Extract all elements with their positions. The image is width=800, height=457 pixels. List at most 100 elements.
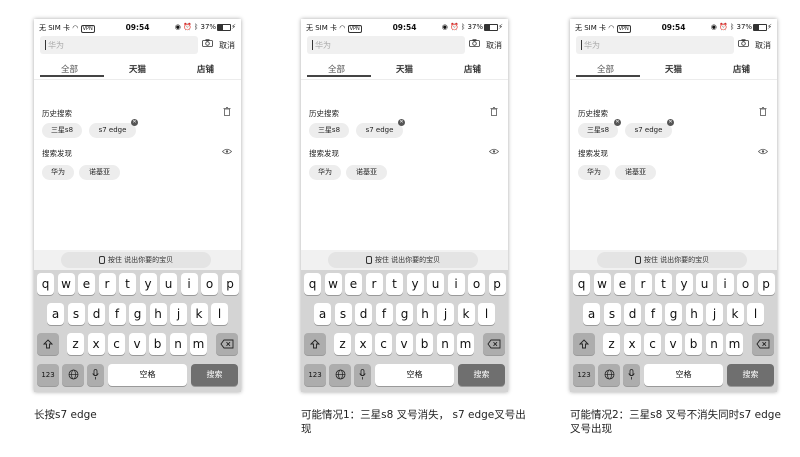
camera-icon[interactable] [202, 39, 213, 47]
globe-key[interactable] [62, 364, 84, 386]
trash-icon[interactable] [759, 107, 767, 116]
key-t[interactable]: t [655, 273, 672, 295]
key-a[interactable]: a [314, 303, 331, 325]
key-a[interactable]: a [47, 303, 64, 325]
key-z[interactable]: z [67, 333, 84, 355]
key-d[interactable]: d [624, 303, 641, 325]
key-k[interactable]: k [190, 303, 208, 325]
key-y[interactable]: y [406, 273, 424, 295]
tab-shops[interactable]: 店铺 [733, 63, 750, 75]
key-k[interactable]: k [726, 303, 744, 325]
key-m[interactable]: m [726, 333, 743, 355]
key-x[interactable]: x [87, 333, 105, 355]
key-p[interactable]: p [221, 273, 239, 295]
eye-icon[interactable] [489, 148, 499, 155]
key-w[interactable]: w [593, 273, 611, 295]
key-q[interactable]: q [304, 273, 321, 295]
key-i[interactable]: i [180, 273, 198, 295]
number-key[interactable]: 123 [573, 364, 595, 386]
key-h[interactable]: h [149, 303, 167, 325]
key-z[interactable]: z [334, 333, 351, 355]
key-f[interactable]: f [108, 303, 126, 325]
key-u[interactable]: u [160, 273, 177, 295]
key-f[interactable]: f [375, 303, 393, 325]
key-q[interactable]: q [37, 273, 54, 295]
discover-chip[interactable]: 华为 [42, 165, 74, 180]
number-key[interactable]: 123 [304, 364, 326, 386]
key-d[interactable]: d [88, 303, 105, 325]
space-key[interactable]: 空格 [108, 364, 187, 386]
key-o[interactable]: o [468, 273, 485, 295]
chip-close-badge[interactable]: ✕ [667, 119, 674, 126]
dictation-key[interactable] [87, 364, 104, 386]
key-k[interactable]: k [457, 303, 475, 325]
key-h[interactable]: h [685, 303, 703, 325]
key-e[interactable]: e [78, 273, 95, 295]
key-w[interactable]: w [57, 273, 75, 295]
key-s[interactable]: s [603, 303, 621, 325]
key-l[interactable]: l [747, 303, 764, 325]
search-input[interactable] [315, 36, 455, 54]
key-e[interactable]: e [345, 273, 362, 295]
search-key[interactable]: 搜索 [191, 364, 238, 386]
voice-search-button[interactable]: 按住 说出你要的宝贝 [328, 252, 478, 268]
key-c[interactable]: c [644, 333, 661, 355]
key-x[interactable]: x [354, 333, 372, 355]
key-z[interactable]: z [603, 333, 620, 355]
trash-icon[interactable] [223, 107, 231, 116]
search-key[interactable]: 搜索 [458, 364, 505, 386]
key-j[interactable]: j [170, 303, 187, 325]
key-q[interactable]: q [573, 273, 590, 295]
key-c[interactable]: c [108, 333, 125, 355]
voice-search-button[interactable]: 按住 说出你要的宝贝 [61, 252, 211, 268]
key-v[interactable]: v [395, 333, 413, 355]
key-y[interactable]: y [675, 273, 693, 295]
key-b[interactable]: b [416, 333, 433, 355]
key-t[interactable]: t [386, 273, 403, 295]
search-bar[interactable] [576, 36, 734, 54]
discover-chip[interactable]: 华为 [578, 165, 610, 180]
discover-chip[interactable]: 诺基亚 [615, 165, 656, 180]
history-chip[interactable]: s7 edge [89, 123, 136, 138]
chip-close-badge[interactable]: ✕ [398, 119, 405, 126]
key-r[interactable]: r [98, 273, 116, 295]
globe-key[interactable] [329, 364, 351, 386]
key-c[interactable]: c [375, 333, 392, 355]
backspace-key[interactable] [216, 333, 238, 355]
tab-tmall[interactable]: 天猫 [665, 63, 682, 75]
key-s[interactable]: s [67, 303, 85, 325]
key-o[interactable]: o [737, 273, 754, 295]
globe-key[interactable] [598, 364, 620, 386]
tab-all[interactable]: 全部 [328, 63, 345, 75]
chip-close-badge[interactable]: ✕ [131, 119, 138, 126]
cancel-button[interactable]: 取消 [219, 40, 235, 51]
key-j[interactable]: j [437, 303, 454, 325]
key-a[interactable]: a [583, 303, 600, 325]
key-e[interactable]: e [614, 273, 631, 295]
key-n[interactable]: n [436, 333, 454, 355]
history-chip[interactable]: s7 edge [356, 123, 403, 138]
cancel-button[interactable]: 取消 [486, 40, 502, 51]
search-bar[interactable] [40, 36, 198, 54]
key-j[interactable]: j [706, 303, 723, 325]
key-w[interactable]: w [324, 273, 342, 295]
key-l[interactable]: l [478, 303, 495, 325]
tab-all[interactable]: 全部 [61, 63, 78, 75]
key-n[interactable]: n [169, 333, 187, 355]
key-d[interactable]: d [355, 303, 372, 325]
key-s[interactable]: s [334, 303, 352, 325]
shift-key[interactable] [37, 333, 59, 355]
key-p[interactable]: p [488, 273, 506, 295]
discover-chip[interactable]: 华为 [309, 165, 341, 180]
key-n[interactable]: n [705, 333, 723, 355]
key-t[interactable]: t [119, 273, 136, 295]
search-input[interactable] [48, 36, 188, 54]
space-key[interactable]: 空格 [644, 364, 723, 386]
key-o[interactable]: o [201, 273, 218, 295]
backspace-key[interactable] [483, 333, 505, 355]
key-r[interactable]: r [634, 273, 652, 295]
key-x[interactable]: x [623, 333, 641, 355]
history-chip[interactable]: 三星s8 [309, 123, 349, 138]
backspace-key[interactable] [752, 333, 774, 355]
key-g[interactable]: g [129, 303, 146, 325]
